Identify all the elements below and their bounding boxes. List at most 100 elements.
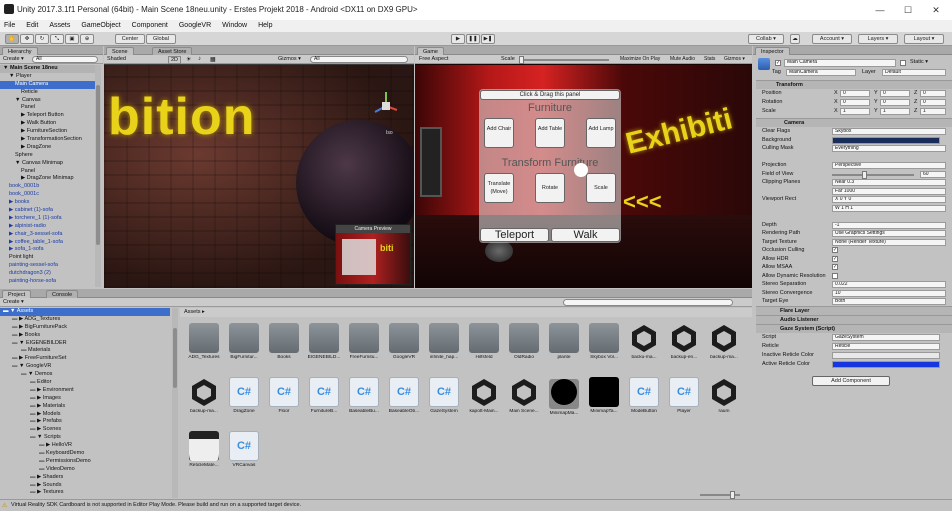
- asset-item[interactable]: C# DragZone: [226, 377, 262, 414]
- transform-z-field[interactable]: 1: [920, 108, 946, 115]
- project-folder-item[interactable]: ▬ ▶ Environment: [0, 387, 170, 395]
- tab-scene[interactable]: Scene: [106, 47, 134, 55]
- collab-button[interactable]: Collab ▾: [748, 34, 784, 44]
- project-folder-item[interactable]: ▬ ▶ BigFurniturePack: [0, 324, 170, 332]
- stats-toggle[interactable]: Stats: [704, 56, 715, 62]
- cloud-icon[interactable]: ☁: [790, 34, 800, 44]
- drag-panel-handle[interactable]: Click & Drag this panel: [480, 90, 620, 100]
- asset-item[interactable]: EIGENEBILD...: [306, 323, 342, 360]
- hierarchy-item[interactable]: Reticle: [0, 89, 95, 97]
- hierarchy-item[interactable]: ▶ Teleport Button: [0, 112, 95, 120]
- camera-checkbox[interactable]: ✓: [832, 264, 838, 270]
- asset-item[interactable]: Skybox Vol...: [586, 323, 622, 360]
- scale-button[interactable]: Scale: [586, 173, 616, 203]
- project-tree-scrollbar[interactable]: [172, 308, 178, 498]
- asset-breadcrumb[interactable]: Assets ▸: [180, 308, 752, 317]
- hierarchy-scrollbar[interactable]: [95, 65, 101, 287]
- asset-item[interactable]: FreeFurnitu...: [346, 323, 382, 360]
- fov-field[interactable]: 60: [920, 170, 946, 178]
- background-color-swatch[interactable]: [832, 136, 940, 144]
- project-folder-item[interactable]: ▬ ▶ Prefabs: [0, 418, 170, 426]
- hierarchy-create-button[interactable]: Create ▾: [3, 56, 24, 62]
- game-viewport[interactable]: Exhibiti <<< Click & Drag this panel Fur…: [415, 65, 752, 288]
- add-chair-button[interactable]: Add Chair: [484, 118, 514, 148]
- rect-tool-icon[interactable]: ▣: [65, 34, 79, 44]
- asset-item[interactable]: ADG_Textures: [186, 323, 222, 360]
- hierarchy-item[interactable]: book_0001b: [0, 183, 95, 191]
- camera-field[interactable]: Skybox: [832, 128, 946, 135]
- hierarchy-item[interactable]: ▼ Canvas Minimap: [0, 160, 95, 168]
- project-folder-item[interactable]: ▬ ▼ Demos: [0, 371, 170, 379]
- hierarchy-item[interactable]: dutchdragon3 (2): [0, 270, 95, 278]
- hierarchy-item[interactable]: painting-sessel-sofa: [0, 262, 95, 270]
- camera-field[interactable]: -1: [832, 221, 946, 229]
- hierarchy-item[interactable]: Panel: [0, 168, 95, 176]
- project-folder-item[interactable]: ▬ ▶ Textures: [0, 489, 170, 497]
- project-folder-item[interactable]: ▬ ▼ GoogleVR: [0, 363, 170, 371]
- transform-z-field[interactable]: 0: [920, 99, 946, 106]
- maximize-button[interactable]: ☐: [900, 4, 916, 16]
- object-name-field[interactable]: Main Camera: [784, 59, 896, 67]
- tab-hierarchy[interactable]: Hierarchy: [2, 47, 38, 55]
- camera-field[interactable]: Perspective: [832, 162, 946, 169]
- tab-game[interactable]: Game: [417, 47, 444, 55]
- transform-x-field[interactable]: 1: [840, 108, 870, 115]
- add-lamp-button[interactable]: Add Lamp: [586, 118, 616, 148]
- camera-field[interactable]: None (Render Texture): [832, 238, 946, 246]
- project-folder-item[interactable]: ▬ ▶ HelloVR: [0, 442, 170, 450]
- teleport-button[interactable]: Teleport: [480, 228, 549, 242]
- camera-field[interactable]: W 1 H 1: [832, 204, 946, 212]
- asset-item[interactable]: GoogleVR: [386, 323, 422, 360]
- camera-checkbox[interactable]: ✓: [832, 247, 838, 253]
- scene-viewport[interactable]: bition Iso Camera Preview biti: [104, 65, 414, 288]
- asset-item[interactable]: MinimapMa...: [546, 377, 582, 416]
- project-folder-item[interactable]: ▬ ▶ ADG_Textures: [0, 316, 170, 324]
- project-search-input[interactable]: [563, 299, 733, 306]
- project-folder-item[interactable]: ▬ ▶ Scenes: [0, 426, 170, 434]
- camera-component-header[interactable]: Camera: [756, 118, 952, 127]
- step-icon[interactable]: ▶❚: [481, 34, 495, 44]
- menu-googlevr[interactable]: GoogleVR: [179, 20, 211, 32]
- project-folder-item[interactable]: ▬ ▶ Models: [0, 411, 170, 419]
- project-folder-item[interactable]: ▬ ▶ Materials: [0, 403, 170, 411]
- camera-field[interactable]: Far 1000: [832, 187, 946, 195]
- hierarchy-item[interactable]: painting-horse-sofa: [0, 278, 95, 286]
- mute-audio-toggle[interactable]: Mute Audio: [670, 56, 695, 62]
- asset-item[interactable]: backup-ma...: [706, 323, 742, 360]
- move-tool-icon[interactable]: ✥: [20, 34, 34, 44]
- hierarchy-search-input[interactable]: All: [32, 56, 98, 63]
- vr-canvas-panel[interactable]: Click & Drag this panel Furniture Add Ch…: [479, 89, 621, 243]
- scale-tool-icon[interactable]: ⤡: [50, 34, 64, 44]
- camera-field[interactable]: Use Graphics Settings: [832, 230, 946, 237]
- asset-item[interactable]: C# BaseableBu...: [346, 377, 382, 414]
- hierarchy-item[interactable]: ▶ coffee_table_1-sofa: [0, 239, 95, 247]
- asset-item[interactable]: raum: [706, 377, 742, 414]
- transform-x-field[interactable]: 0: [840, 99, 870, 106]
- gizmos-dropdown[interactable]: Gizmos ▾: [278, 56, 301, 62]
- rotate-button[interactable]: Rotate: [535, 173, 565, 203]
- inactive-reticle-swatch[interactable]: [832, 352, 940, 359]
- account-button[interactable]: Account ▾: [812, 34, 852, 44]
- hierarchy-item[interactable]: ▶ DragZone Minimap: [0, 175, 95, 183]
- hierarchy-item[interactable]: ▶ sofa_1-sofa: [0, 246, 95, 254]
- transform-y-field[interactable]: 0: [880, 99, 910, 106]
- aspect-dropdown[interactable]: Free Aspect: [419, 56, 448, 62]
- add-table-button[interactable]: Add Table: [535, 118, 565, 148]
- active-checkbox[interactable]: ✓: [775, 60, 781, 66]
- hierarchy-item[interactable]: ▼ Canvas: [0, 97, 95, 105]
- camera-checkbox[interactable]: ✓: [832, 255, 838, 262]
- tab-inspector[interactable]: Inspector: [755, 47, 790, 55]
- transform-x-field[interactable]: 0: [840, 90, 870, 97]
- play-icon[interactable]: ▶: [451, 34, 465, 44]
- tab-asset-store[interactable]: Asset Store: [152, 47, 193, 55]
- rotate-tool-icon[interactable]: ↻: [35, 34, 49, 44]
- pivot-center-button[interactable]: Center: [115, 34, 145, 44]
- asset-item[interactable]: ReticleMate...: [186, 431, 222, 468]
- camera-field[interactable]: Both: [832, 298, 946, 305]
- audio-icon[interactable]: ♪: [198, 56, 201, 62]
- close-button[interactable]: ✕: [928, 4, 944, 16]
- translate-button[interactable]: Translate (Move): [484, 173, 514, 203]
- project-folder-item[interactable]: ▬ ▶ Shaders: [0, 474, 170, 482]
- walk-button[interactable]: Walk: [551, 228, 620, 242]
- menu-gameobject[interactable]: GameObject: [81, 20, 120, 32]
